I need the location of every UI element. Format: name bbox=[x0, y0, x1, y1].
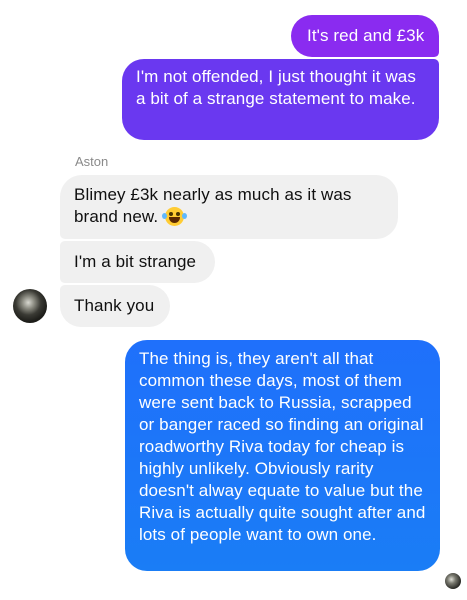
message-text: It's red and £3k bbox=[307, 26, 425, 45]
incoming-message-bubble[interactable]: I'm a bit strange bbox=[60, 241, 215, 283]
message-text: I'm a bit strange bbox=[74, 252, 197, 271]
sender-name-label: Aston bbox=[75, 154, 109, 169]
message-text: Blimey £3k nearly as much as it was bran… bbox=[74, 185, 352, 226]
message-text: Thank you bbox=[74, 296, 155, 315]
outgoing-message-bubble[interactable]: It's red and £3k bbox=[291, 15, 439, 57]
laughing-crying-emoji-icon bbox=[162, 207, 188, 226]
incoming-message-bubble[interactable]: Blimey £3k nearly as much as it was bran… bbox=[60, 175, 398, 239]
message-text: I'm not offended, I just thought it was … bbox=[136, 67, 416, 108]
message-text: The thing is, they aren't all that commo… bbox=[139, 349, 426, 544]
incoming-message-bubble[interactable]: Thank you bbox=[60, 285, 170, 327]
outgoing-message-bubble[interactable]: The thing is, they aren't all that commo… bbox=[125, 340, 440, 571]
read-receipt-avatar-icon bbox=[445, 573, 461, 589]
outgoing-message-bubble[interactable]: I'm not offended, I just thought it was … bbox=[122, 59, 439, 140]
contact-avatar-icon[interactable] bbox=[13, 289, 47, 323]
